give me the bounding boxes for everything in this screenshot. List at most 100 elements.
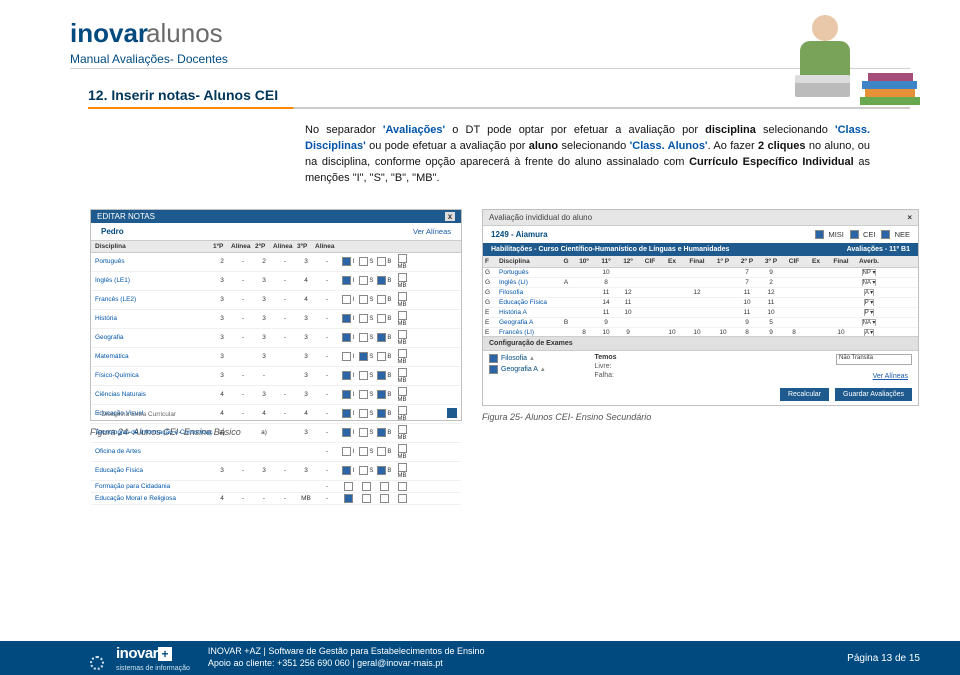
table-row: EGeografia AB995NA ▾ xyxy=(483,318,918,328)
screenshot-editar-notas: EDITAR NOTAS x Pedro Ver Alíneas Discipl… xyxy=(90,209,462,421)
checkbox[interactable] xyxy=(398,368,407,377)
ver-alineas-link[interactable]: Ver Alíneas xyxy=(413,227,451,236)
checkbox[interactable] xyxy=(377,295,386,304)
table-row: GEducação Física14111011P ▾ xyxy=(483,298,918,308)
checkbox[interactable] xyxy=(489,354,498,363)
checkbox[interactable] xyxy=(359,409,368,418)
section-number: 12. xyxy=(88,87,107,103)
checkbox[interactable] xyxy=(342,371,351,380)
checkbox[interactable] xyxy=(342,276,351,285)
checkbox[interactable] xyxy=(398,425,407,434)
checkbox[interactable] xyxy=(359,276,368,285)
checkbox[interactable] xyxy=(359,314,368,323)
ver-alineas-link[interactable]: Ver Alíneas xyxy=(873,373,908,380)
checkbox[interactable] xyxy=(398,330,407,339)
checkbox[interactable] xyxy=(398,311,407,320)
checkbox[interactable] xyxy=(342,447,351,456)
checkbox[interactable] xyxy=(359,333,368,342)
checkbox[interactable] xyxy=(342,409,351,418)
checkbox[interactable] xyxy=(377,276,386,285)
checkbox[interactable] xyxy=(398,273,407,282)
checkbox[interactable] xyxy=(342,314,351,323)
averb-select[interactable]: NP ▾ xyxy=(862,269,877,276)
dialog-title: Avaliação invididual do aluno xyxy=(489,213,592,222)
checkbox[interactable] xyxy=(359,390,368,399)
checkbox[interactable] xyxy=(815,230,824,239)
checkbox[interactable] xyxy=(377,314,386,323)
checkbox[interactable] xyxy=(342,466,351,475)
checkbox[interactable] xyxy=(377,333,386,342)
save-icon[interactable] xyxy=(447,408,457,418)
checkbox[interactable] xyxy=(377,447,386,456)
checkbox[interactable] xyxy=(881,230,890,239)
checkbox[interactable] xyxy=(398,254,407,263)
checkbox[interactable] xyxy=(398,406,407,415)
table-row: Tecnologias de Informação e Comunicaçãoa… xyxy=(91,424,461,443)
checkbox[interactable] xyxy=(342,333,351,342)
checkbox[interactable] xyxy=(398,387,407,396)
checkbox[interactable] xyxy=(377,466,386,475)
checkbox[interactable] xyxy=(359,466,368,475)
checkbox[interactable] xyxy=(380,482,389,491)
checkbox[interactable] xyxy=(362,494,371,503)
body-keyword: 'Class. Alunos' xyxy=(630,140,708,152)
checkbox[interactable] xyxy=(359,295,368,304)
checkbox[interactable] xyxy=(850,230,859,239)
checkbox[interactable] xyxy=(398,463,407,472)
bar-right: Avaliações - 11º B1 xyxy=(847,246,910,253)
checkbox[interactable] xyxy=(377,257,386,266)
checkbox[interactable] xyxy=(380,494,389,503)
table-row: Formação para Cidadania- xyxy=(91,481,461,493)
checkbox[interactable] xyxy=(359,447,368,456)
dialog-title-bar: EDITAR NOTAS x xyxy=(91,210,461,223)
checkbox[interactable] xyxy=(398,494,407,503)
averb-select[interactable]: NA ▾ xyxy=(862,279,877,286)
checkbox[interactable] xyxy=(342,257,351,266)
footer-logo-sub: sistemas de informação xyxy=(116,665,190,672)
checkbox[interactable] xyxy=(359,257,368,266)
brand-logo-part1: inovar xyxy=(70,20,148,46)
checkbox[interactable] xyxy=(398,444,407,453)
checkbox[interactable] xyxy=(377,428,386,437)
checkbox[interactable] xyxy=(342,352,351,361)
table-row: Francês (LE2)3-3-4- I S B MB xyxy=(91,291,461,310)
checkbox[interactable] xyxy=(344,482,353,491)
checkbox[interactable] xyxy=(359,352,368,361)
table-row: Inglês (LE1)3-3-4- I S B MB xyxy=(91,272,461,291)
body-keyword: 'Avaliações' xyxy=(383,124,445,136)
checkbox[interactable] xyxy=(362,482,371,491)
averb-select[interactable]: A ▾ xyxy=(864,289,874,296)
checkbox[interactable] xyxy=(398,349,407,358)
averb-select[interactable]: NA ▾ xyxy=(862,319,877,326)
recalcular-button[interactable]: Recalcular xyxy=(780,388,829,401)
checkbox[interactable] xyxy=(377,390,386,399)
transita-select[interactable]: Não Transita xyxy=(836,354,912,365)
averb-select[interactable]: P ▾ xyxy=(864,299,875,306)
guardar-avaliações-button[interactable]: Guardar Avaliações xyxy=(835,388,912,401)
dialog-title-bar: Avaliação invididual do aluno × xyxy=(483,210,918,226)
checkbox[interactable] xyxy=(377,352,386,361)
footer-info: INOVAR +AZ | Software de Gestão para Est… xyxy=(208,646,847,669)
body-text: selecionando xyxy=(756,124,835,136)
page-number: Página 13 de 15 xyxy=(847,653,920,664)
table-row: Físico-Química3--3- I S B MB xyxy=(91,367,461,386)
averb-select[interactable]: P ▾ xyxy=(864,309,875,316)
table-row: Oficina de Artes- I S B MB xyxy=(91,443,461,462)
decorative-illustration xyxy=(770,10,930,105)
checkbox[interactable] xyxy=(344,494,353,503)
figure-caption: Figura 25- Alunos CEI- Ensino Secundário xyxy=(482,412,919,422)
checkbox[interactable] xyxy=(377,371,386,380)
checkbox[interactable] xyxy=(377,409,386,418)
checkbox[interactable] xyxy=(398,482,407,491)
checkbox[interactable] xyxy=(342,295,351,304)
checkbox[interactable] xyxy=(342,428,351,437)
checkbox[interactable] xyxy=(359,428,368,437)
checkbox[interactable] xyxy=(489,365,498,374)
close-icon[interactable]: × xyxy=(907,213,912,222)
checkbox[interactable] xyxy=(359,371,368,380)
checkbox[interactable] xyxy=(398,292,407,301)
close-icon[interactable]: x xyxy=(445,212,455,221)
checkbox[interactable] xyxy=(342,390,351,399)
plus-icon: + xyxy=(158,647,172,661)
table-row: GFilosofia1112121112A ▾ xyxy=(483,288,918,298)
